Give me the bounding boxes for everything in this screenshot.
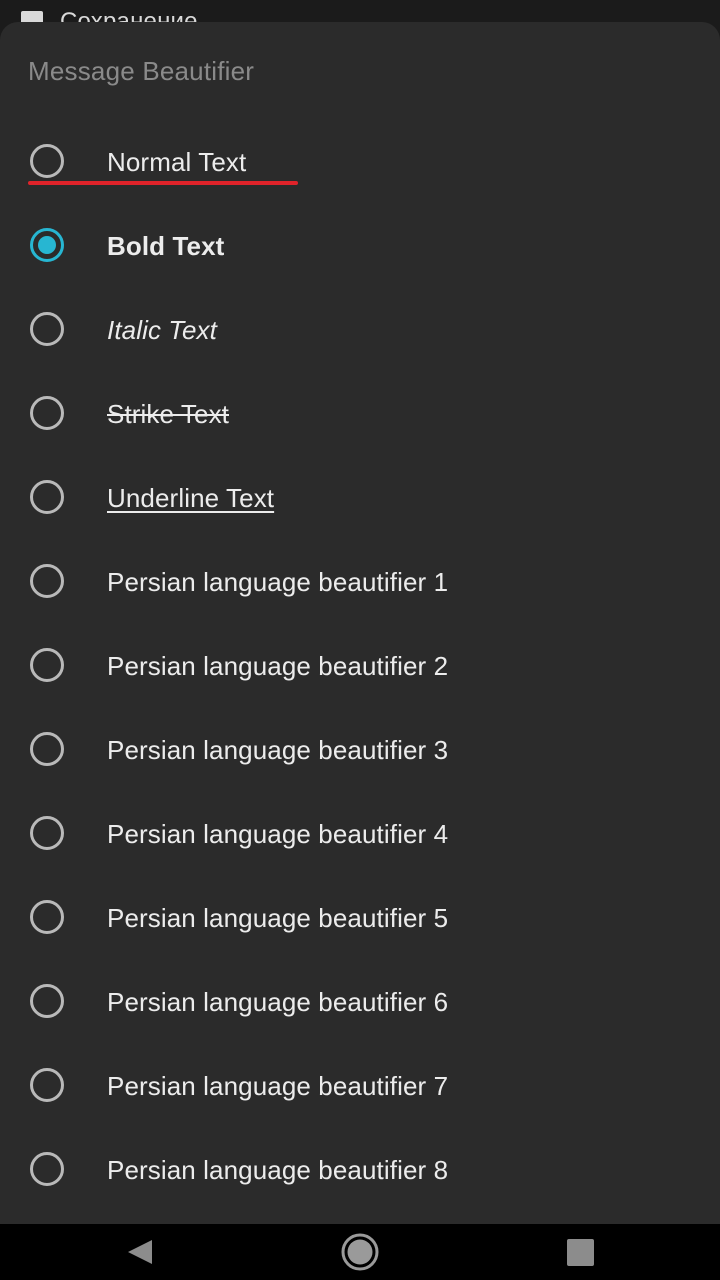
radio-button[interactable] (30, 1152, 64, 1186)
radio-button[interactable] (30, 228, 64, 262)
option-underline-text[interactable]: Underline Text (0, 456, 720, 540)
option-label: Persian language beautifier 3 (107, 735, 449, 765)
radio-button[interactable] (30, 900, 64, 934)
home-icon (341, 1233, 379, 1271)
recents-button[interactable] (560, 1232, 600, 1272)
radio-button[interactable] (30, 144, 64, 178)
option-label: Persian language beautifier 7 (107, 1071, 449, 1101)
option-persian-beautifier-8[interactable]: Persian language beautifier 8 (0, 1128, 720, 1212)
radio-button[interactable] (30, 732, 64, 766)
home-button[interactable] (340, 1232, 380, 1272)
radio-button[interactable] (30, 480, 64, 514)
radio-button[interactable] (30, 648, 64, 682)
radio-selected-dot (38, 236, 56, 254)
option-strike-text[interactable]: Strike Text (0, 372, 720, 456)
dialog-title: Message Beautifier (28, 56, 255, 86)
option-persian-beautifier-3[interactable]: Persian language beautifier 3 (0, 708, 720, 792)
option-persian-beautifier-6[interactable]: Persian language beautifier 6 (0, 960, 720, 1044)
back-icon (128, 1240, 152, 1264)
option-label: Persian language beautifier 2 (107, 651, 449, 681)
option-label: Bold Text (107, 231, 225, 261)
option-persian-beautifier-5[interactable]: Persian language beautifier 5 (0, 876, 720, 960)
option-bold-text[interactable]: Bold Text (0, 204, 720, 288)
option-persian-beautifier-1[interactable]: Persian language beautifier 1 (0, 540, 720, 624)
option-label: Strike Text (107, 399, 229, 429)
option-normal-text[interactable]: Normal Text (0, 120, 720, 204)
red-annotation-underline (28, 181, 298, 185)
radio-button[interactable] (30, 312, 64, 346)
recents-icon (567, 1239, 594, 1266)
option-label: Persian language beautifier 1 (107, 567, 449, 597)
option-label: Persian language beautifier 4 (107, 819, 449, 849)
option-persian-beautifier-4[interactable]: Persian language beautifier 4 (0, 792, 720, 876)
option-label: Underline Text (107, 483, 275, 513)
radio-button[interactable] (30, 396, 64, 430)
option-list: Normal Text Bold Text Italic Text Strike… (0, 120, 720, 1212)
navigation-bar (0, 1224, 720, 1280)
radio-button[interactable] (30, 564, 64, 598)
option-label: Persian language beautifier 5 (107, 903, 449, 933)
option-persian-beautifier-7[interactable]: Persian language beautifier 7 (0, 1044, 720, 1128)
radio-button[interactable] (30, 816, 64, 850)
option-label: Persian language beautifier 6 (107, 987, 449, 1017)
option-label: Persian language beautifier 8 (107, 1155, 449, 1185)
option-italic-text[interactable]: Italic Text (0, 288, 720, 372)
option-label: Normal Text (107, 147, 247, 177)
radio-button[interactable] (30, 1068, 64, 1102)
option-label: Italic Text (107, 315, 217, 345)
option-persian-beautifier-2[interactable]: Persian language beautifier 2 (0, 624, 720, 708)
message-beautifier-dialog: Message Beautifier Normal Text Bold Text… (0, 22, 720, 1224)
radio-button[interactable] (30, 984, 64, 1018)
back-button[interactable] (121, 1232, 161, 1272)
